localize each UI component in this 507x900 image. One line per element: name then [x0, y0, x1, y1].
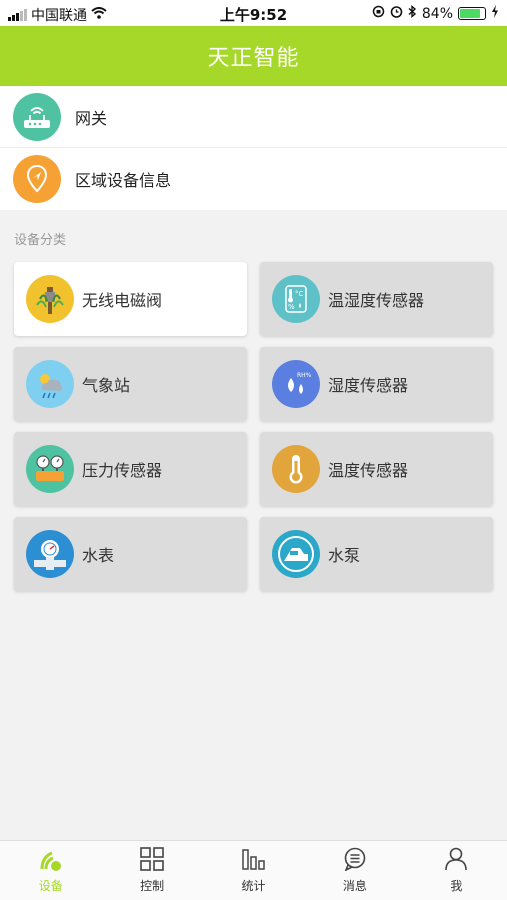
- svg-text:RH%: RH%: [297, 372, 312, 379]
- bluetooth-icon: [408, 5, 417, 22]
- rotation-lock-icon: [372, 5, 385, 22]
- thermometer-icon: [272, 445, 320, 493]
- category-label: 气象站: [82, 376, 131, 395]
- solenoid-valve-icon: [26, 275, 74, 323]
- tab-control[interactable]: 控制: [101, 841, 202, 900]
- tab-statistics[interactable]: 统计: [203, 841, 304, 900]
- water-meter-icon: [26, 530, 74, 578]
- section-label: 设备分类: [14, 233, 67, 248]
- grid-icon: [139, 847, 165, 875]
- gateway-label: 网关: [75, 108, 108, 128]
- category-label: 温湿度传感器: [328, 291, 425, 310]
- tab-label: 统计: [241, 879, 266, 893]
- tab-device[interactable]: 设备: [0, 841, 101, 900]
- status-bar: 中国联通 上午9:52 84%: [0, 0, 507, 26]
- map-pin-icon: [13, 155, 61, 203]
- weather-icon: [26, 360, 74, 408]
- category-water-meter[interactable]: 水表: [14, 517, 247, 591]
- tab-label: 我: [450, 879, 463, 893]
- battery-icon: [458, 7, 486, 20]
- bar-chart-icon: [240, 847, 268, 875]
- battery-percent: 84%: [421, 5, 453, 22]
- gateway-row[interactable]: 网关: [0, 86, 507, 148]
- tab-messages[interactable]: 消息: [304, 841, 405, 900]
- area-device-info-label: 区域设备信息: [75, 171, 172, 190]
- category-label: 无线电磁阀: [82, 291, 163, 310]
- tab-label: 控制: [140, 879, 165, 893]
- category-solenoid-valve[interactable]: 无线电磁阀: [14, 262, 247, 336]
- app-header: 天正智能: [0, 26, 507, 86]
- category-temperature-sensor[interactable]: 温度传感器: [260, 432, 493, 506]
- message-icon: [342, 847, 368, 875]
- bottom-tab-bar: 设备 控制 统计 消息 我: [0, 840, 507, 900]
- router-icon: [13, 92, 61, 141]
- tab-label: 设备: [38, 879, 63, 893]
- category-humidity-sensor[interactable]: RH% 湿度传感器: [260, 347, 493, 421]
- user-icon: [443, 847, 469, 875]
- category-water-pump[interactable]: 水泵: [260, 517, 493, 591]
- page-title: 天正智能: [207, 46, 300, 71]
- temp-humidity-icon: °C %: [272, 275, 320, 323]
- category-label: 温度传感器: [328, 461, 409, 480]
- tab-me[interactable]: 我: [406, 841, 507, 900]
- area-device-info-row[interactable]: 区域设备信息: [0, 148, 507, 210]
- alarm-icon: [390, 5, 403, 22]
- svg-text:°C: °C: [295, 290, 304, 298]
- charging-icon: [491, 5, 499, 22]
- category-label: 水泵: [328, 546, 361, 565]
- category-label: 压力传感器: [82, 461, 163, 480]
- pressure-gauge-icon: [26, 445, 74, 493]
- svg-text:%: %: [288, 303, 295, 311]
- category-pressure-sensor[interactable]: 压力传感器: [14, 432, 247, 506]
- device-icon: [38, 847, 64, 875]
- category-temp-humidity-sensor[interactable]: °C % 温湿度传感器: [260, 262, 493, 336]
- category-weather-station[interactable]: 气象站: [14, 347, 247, 421]
- tab-label: 消息: [342, 879, 367, 893]
- category-label: 水表: [82, 546, 115, 565]
- humidity-icon: RH%: [272, 360, 320, 408]
- water-pump-icon: [272, 530, 320, 578]
- category-label: 湿度传感器: [328, 376, 409, 395]
